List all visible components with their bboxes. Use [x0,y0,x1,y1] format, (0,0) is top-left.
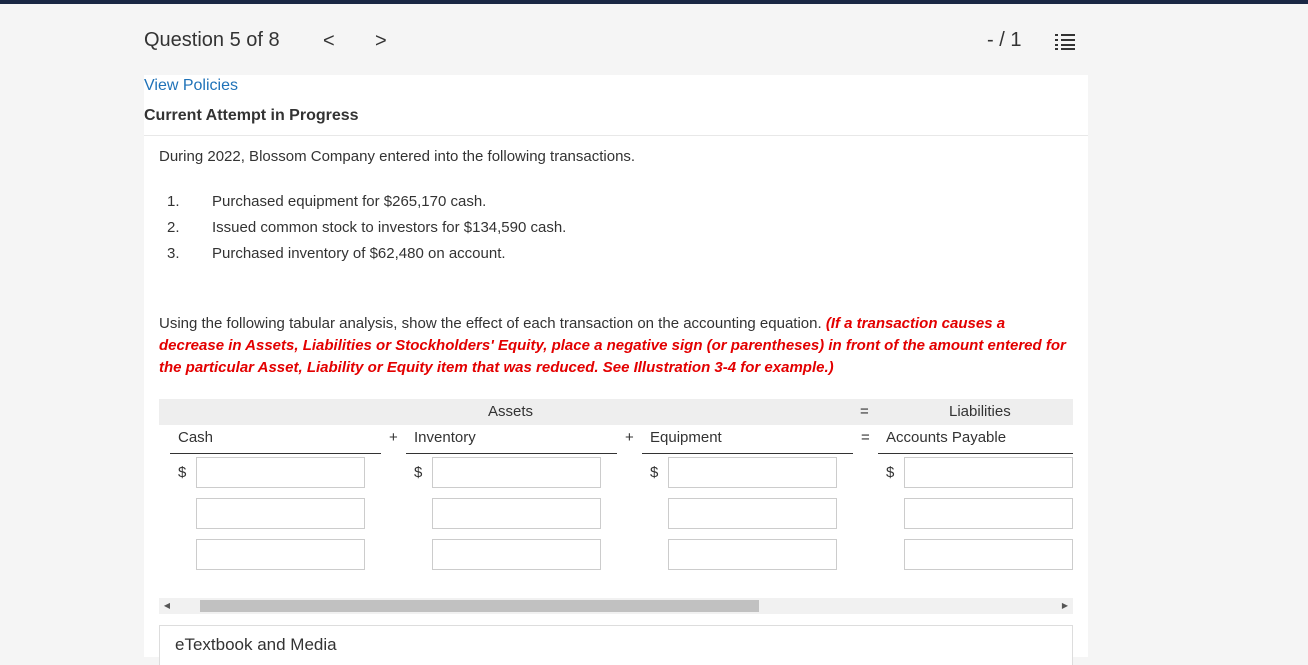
column-header-accounts-payable: Accounts Payable [886,429,1007,446]
accounts-payable-input-2[interactable] [904,498,1073,529]
equals-sign: = [861,429,870,446]
column-underline [642,453,853,454]
liabilities-header: Liabilities [949,403,1011,420]
question-intro: During 2022, Blossom Company entered int… [159,148,636,165]
currency-symbol: $ [886,464,895,481]
attempt-status: Current Attempt in Progress [144,107,359,124]
inventory-input-1[interactable] [432,457,601,488]
accounting-equation-table: Assets = Liabilities Cash + Inventory + … [159,399,1073,599]
equipment-input-3[interactable] [668,539,837,570]
table-group-header: Assets = Liabilities [159,399,1073,425]
currency-symbol: $ [414,464,423,481]
cash-input-1[interactable] [196,457,365,488]
inventory-input-3[interactable] [432,539,601,570]
transaction-number: 2. [167,219,180,236]
list-icon[interactable] [1055,33,1075,51]
cash-input-3[interactable] [196,539,365,570]
previous-question-button[interactable]: < [323,30,335,53]
transaction-text: Purchased inventory of $62,480 on accoun… [212,245,506,262]
column-underline [406,453,617,454]
question-header: Question 5 of 8 < > - / 1 [0,4,1308,75]
plus-sign: + [625,429,634,446]
transaction-text: Purchased equipment for $265,170 cash. [212,193,487,210]
question-content: View Policies Current Attempt in Progres… [144,75,1088,665]
column-header-equipment: Equipment [650,429,722,446]
assets-header: Assets [488,403,534,420]
scrollbar-thumb[interactable] [200,600,759,612]
cash-input-2[interactable] [196,498,365,529]
question-counter: Question 5 of 8 [144,29,280,51]
etextbook-media-panel[interactable]: eTextbook and Media [159,625,1073,665]
accounts-payable-input-3[interactable] [904,539,1073,570]
instructions: Using the following tabular analysis, sh… [159,313,1069,379]
currency-symbol: $ [178,464,187,481]
scroll-left-arrow-icon[interactable]: ◀ [159,598,175,614]
divider [144,135,1088,136]
inventory-input-2[interactable] [432,498,601,529]
column-underline [170,453,381,454]
horizontal-scrollbar[interactable]: ◀ ▶ [159,598,1073,614]
instructions-text: Using the following tabular analysis, sh… [159,315,826,332]
plus-sign: + [389,429,398,446]
question-score: - / 1 [987,29,1022,51]
equipment-input-2[interactable] [668,498,837,529]
view-policies-link[interactable]: View Policies [144,77,238,95]
accounts-payable-input-1[interactable] [904,457,1073,488]
etextbook-media-label: eTextbook and Media [175,635,337,654]
transaction-number: 3. [167,245,180,262]
currency-symbol: $ [650,464,659,481]
column-underline [878,453,1073,454]
equipment-input-1[interactable] [668,457,837,488]
table-column-header: Cash + Inventory + Equipment = Accounts … [159,425,1073,453]
scroll-right-arrow-icon[interactable]: ▶ [1057,598,1073,614]
column-header-cash: Cash [178,429,214,446]
column-header-inventory: Inventory [414,429,476,446]
next-question-button[interactable]: > [375,30,387,53]
equals-sign: = [860,403,869,420]
transaction-text: Issued common stock to investors for $13… [212,219,567,236]
transaction-number: 1. [167,193,180,210]
